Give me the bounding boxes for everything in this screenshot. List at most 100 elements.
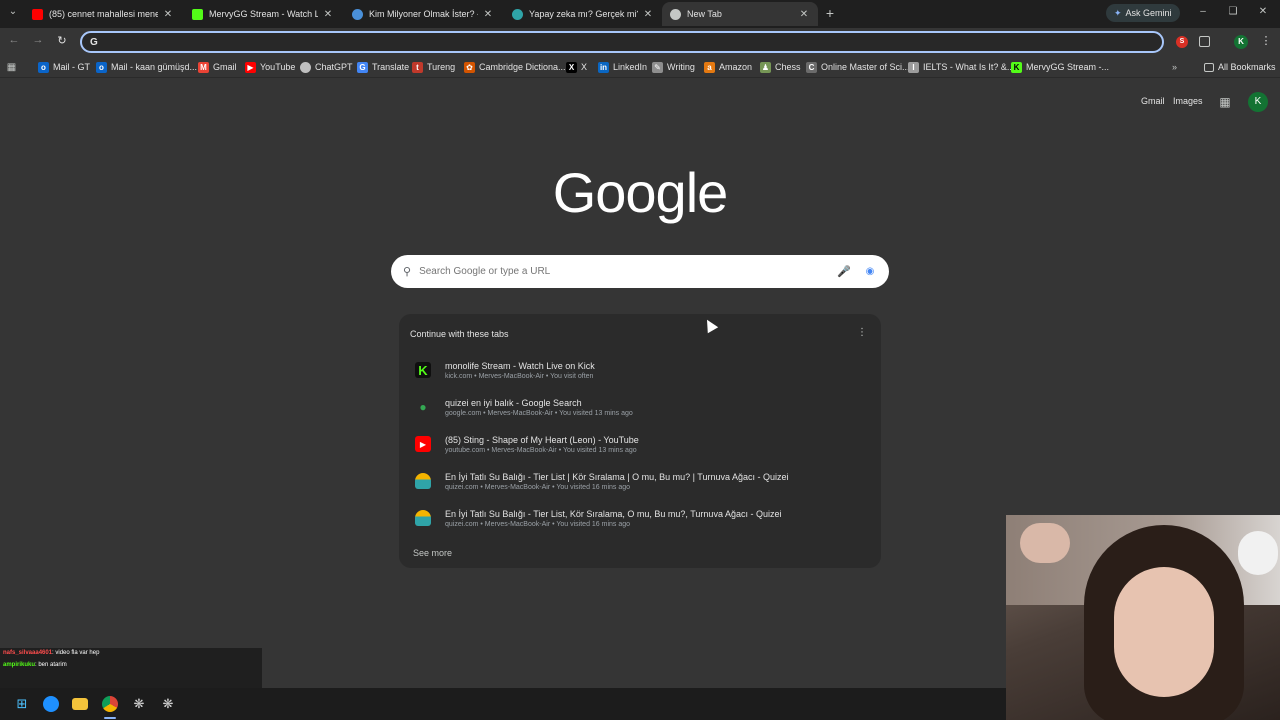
card-title: Continue with these tabs [410, 329, 509, 339]
back-arrow-icon[interactable]: ← [6, 34, 22, 50]
address-input[interactable] [103, 36, 1004, 48]
youtube-icon: ▶ [415, 436, 431, 452]
forward-arrow-icon[interactable]: → [30, 34, 46, 50]
bookmark-mail-gt[interactable]: o Mail - GT [38, 60, 90, 74]
bookmark-chess[interactable]: ♟ Chess [760, 60, 801, 74]
list-item[interactable]: ● quizei en iyi balık - Google Search go… [407, 390, 873, 424]
ask-gemini-label: Ask Gemini [1125, 8, 1172, 18]
tab-title: New Tab [687, 9, 722, 19]
bookmark-label: MervyGG Stream -... [1026, 62, 1110, 72]
edge-icon[interactable] [43, 696, 59, 712]
bookmark-mervygg[interactable]: K MervyGG Stream -... [1011, 60, 1109, 74]
list-item[interactable]: En İyi Tatlı Su Balığı - Tier List | Kör… [407, 464, 873, 498]
extensions-puzzle-icon[interactable] [1199, 36, 1210, 47]
chatgpt-icon [300, 61, 311, 73]
bookmark-label: Online Master of Sci... [821, 62, 910, 72]
list-item-title: quizei en iyi balık - Google Search [445, 397, 582, 408]
linkedin-icon: in [598, 61, 609, 73]
app-icon[interactable]: ❋ [160, 696, 176, 712]
x-icon: X [566, 61, 577, 73]
bookmark-label: ChatGPT [315, 62, 353, 72]
gmail-link[interactable]: Gmail [1141, 96, 1165, 106]
card-menu-kebab-icon[interactable]: ⋮ [857, 327, 867, 338]
see-more-link[interactable]: See more [413, 548, 452, 558]
bookmark-mail-kaan[interactable]: o Mail - kaan gümüşd... [96, 60, 197, 74]
bookmark-online-master[interactable]: C Online Master of Sci... [806, 60, 910, 74]
search-input[interactable] [419, 266, 837, 277]
list-item[interactable]: En İyi Tatlı Su Balığı - Tier List, Kör … [407, 501, 873, 535]
chatgpt-icon[interactable]: ❋ [131, 696, 147, 712]
bookmark-chatgpt[interactable]: ChatGPT [300, 60, 353, 74]
tab-kim-milyoner[interactable]: Kim Milyoner Olmak İster? - Tr ✕ [344, 2, 502, 26]
plush-toy [1020, 523, 1070, 563]
apps-grid-icon[interactable]: ▦ [6, 60, 21, 74]
tab-youtube[interactable]: (85) cennet mahallesi meneks ✕ [24, 2, 182, 26]
bookmark-ielts[interactable]: I IELTS - What Is It? &... [908, 60, 1014, 74]
close-icon[interactable]: ✕ [162, 9, 174, 20]
tab-title: MervyGG Stream - Watch Live o [209, 9, 318, 19]
minimize-icon[interactable]: – [1196, 6, 1210, 20]
bookmark-label: Chess [775, 62, 801, 72]
images-link[interactable]: Images [1173, 96, 1203, 106]
bookmark-label: Translate [372, 62, 410, 72]
bookmark-x[interactable]: XX [566, 60, 587, 74]
chrome-icon[interactable] [102, 696, 118, 712]
folder-icon [1204, 62, 1214, 72]
windows-start-icon[interactable]: ⊞ [14, 696, 30, 712]
chat-message: ampirikuku: ben atarim [3, 662, 67, 668]
writing-icon: ✎ [652, 61, 663, 73]
bookmark-tureng[interactable]: t Tureng [412, 60, 455, 74]
search-box[interactable]: ⚲ 🎤 ◉ [391, 255, 889, 288]
tab-title: (85) cennet mahallesi meneks [49, 9, 158, 19]
tab-yapay-zeka[interactable]: Yapay zeka mı? Gerçek mi? - Q ✕ [504, 2, 662, 26]
bookmark-cambridge[interactable]: ✿ Cambridge Dictiona... [464, 60, 566, 74]
list-item[interactable]: ▶ (85) Sting - Shape of My Heart (Leon) … [407, 427, 873, 461]
kick-icon: K [415, 362, 431, 378]
new-tab-plus-icon[interactable]: + [822, 5, 838, 21]
ask-gemini-button[interactable]: ✦ Ask Gemini [1106, 4, 1180, 22]
site-icon [352, 8, 363, 20]
close-icon[interactable]: ✕ [642, 9, 654, 20]
restore-icon[interactable]: ❑ [1226, 6, 1240, 20]
tab-new-tab[interactable]: New Tab ✕ [662, 2, 818, 26]
list-item[interactable]: K monolife Stream - Watch Live on Kick k… [407, 353, 873, 387]
close-icon[interactable]: ✕ [482, 9, 494, 20]
chat-username: nafs_silvaaa4601 [3, 650, 53, 656]
tab-search-chevron-icon[interactable]: ⌄ [4, 6, 22, 22]
bookmark-gmail[interactable]: M Gmail [198, 60, 237, 74]
taskbar: ⊞ ❋ ❋ [0, 688, 1006, 720]
kick-icon [192, 8, 203, 20]
bookmark-writing[interactable]: ✎ Writing [652, 60, 695, 74]
tab-mervygg[interactable]: MervyGG Stream - Watch Live o ✕ [184, 2, 342, 26]
tab-title: Kim Milyoner Olmak İster? - Tr [369, 9, 478, 19]
reload-icon[interactable]: ↻ [54, 34, 70, 50]
list-item-meta: kick.com • Merves-MacBook-Air • You visi… [445, 372, 594, 380]
account-avatar[interactable]: K [1248, 92, 1268, 112]
file-explorer-icon[interactable] [72, 698, 88, 710]
microphone-icon[interactable]: 🎤 [837, 265, 851, 278]
profile-avatar-icon[interactable]: K [1234, 35, 1248, 49]
google-apps-grid-icon[interactable]: ▦ [1218, 95, 1232, 109]
bookmark-youtube[interactable]: ▶ YouTube [245, 60, 295, 74]
all-bookmarks-button[interactable]: All Bookmarks [1204, 60, 1276, 74]
bookmark-linkedin[interactable]: in LinkedIn [598, 60, 647, 74]
list-item-meta: quizei.com • Merves-MacBook-Air • You vi… [445, 520, 631, 528]
cambridge-icon: ✿ [464, 61, 475, 73]
more-bookmarks-chevron-icon[interactable]: » [1172, 60, 1177, 74]
google-lens-icon[interactable]: ◉ [863, 266, 877, 277]
menu-kebab-icon[interactable]: ⋮ [1258, 34, 1274, 50]
gmail-icon: M [198, 61, 209, 73]
bookmark-amazon[interactable]: a Amazon [704, 60, 752, 74]
bookmark-translate[interactable]: G Translate [357, 60, 409, 74]
bookmark-label: YouTube [260, 62, 296, 72]
youtube-icon [32, 8, 43, 20]
list-item-meta: quizei.com • Merves-MacBook-Air • You vi… [445, 483, 631, 491]
chat-message: nafs_silvaaa4601: video fla var hep [3, 650, 99, 656]
window-close-icon[interactable]: ✕ [1256, 6, 1270, 20]
close-icon[interactable]: ✕ [322, 9, 334, 20]
extension-icon[interactable]: S [1176, 36, 1188, 48]
google-logo: Google [552, 161, 729, 224]
list-item-title: (85) Sting - Shape of My Heart (Leon) - … [445, 434, 639, 445]
close-icon[interactable]: ✕ [798, 9, 810, 20]
address-bar[interactable]: G [80, 31, 1164, 53]
